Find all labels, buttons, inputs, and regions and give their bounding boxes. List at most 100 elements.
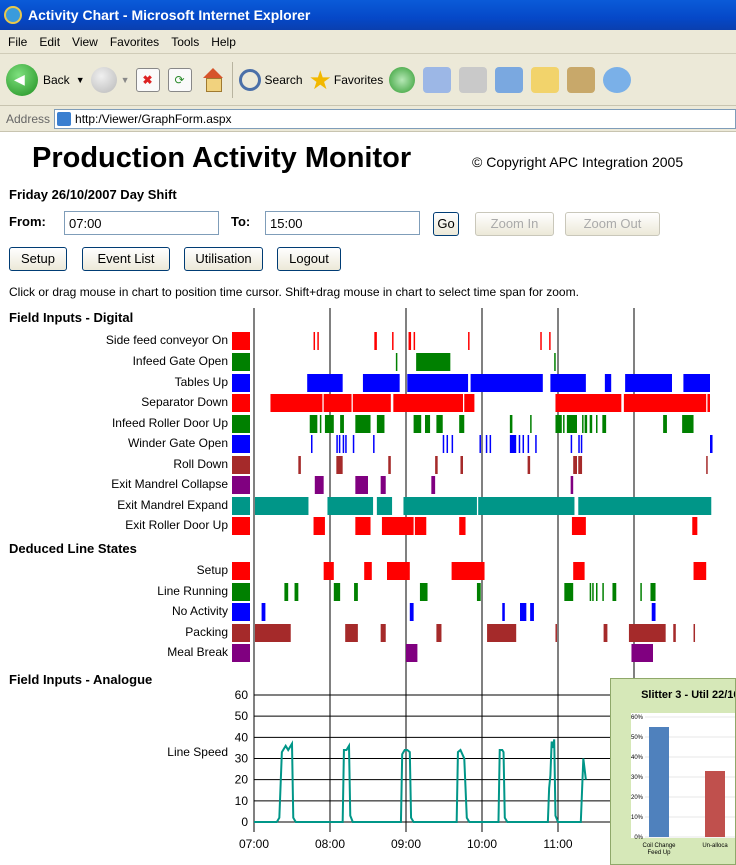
- activity-segment: [535, 435, 537, 453]
- activity-segment: [566, 415, 577, 433]
- address-field[interactable]: http:/Viewer/GraphForm.aspx: [54, 108, 736, 129]
- row-color-marker: [232, 394, 250, 412]
- favorites-button[interactable]: ★ Favorites: [309, 67, 384, 93]
- activity-segment: [476, 583, 481, 601]
- back-button[interactable]: Back ▼: [6, 63, 85, 96]
- print-icon[interactable]: [459, 66, 488, 93]
- activity-segment: [578, 497, 712, 515]
- activity-segment: [663, 415, 667, 433]
- row-color-marker: [232, 624, 250, 642]
- activity-segment: [550, 374, 586, 392]
- research-icon[interactable]: [567, 66, 596, 93]
- activity-segment: [459, 415, 465, 433]
- row-color-marker: [232, 415, 250, 433]
- activity-segment: [314, 476, 324, 494]
- activity-segment: [336, 435, 338, 453]
- stop-icon[interactable]: ✖: [135, 67, 160, 92]
- activity-segment: [579, 456, 583, 474]
- activity-segment: [323, 394, 352, 412]
- activity-segment: [693, 624, 696, 642]
- search-icon: [238, 68, 261, 91]
- activity-segment: [460, 456, 463, 474]
- activity-segment: [407, 374, 469, 392]
- activity-segment: [650, 583, 656, 601]
- inset-tick-label: 20%: [631, 795, 644, 801]
- activity-segment: [406, 644, 418, 662]
- activity-segment: [570, 435, 573, 453]
- activity-segment: [628, 624, 666, 642]
- row-color-marker: [232, 583, 250, 601]
- activity-segment: [451, 435, 454, 453]
- activity-segment: [413, 332, 416, 350]
- menu-help[interactable]: Help: [211, 35, 236, 49]
- search-button[interactable]: Search: [238, 68, 303, 91]
- row-color-marker: [232, 353, 250, 371]
- activity-segment: [373, 435, 375, 453]
- row-color-marker: [232, 562, 250, 580]
- activity-segment: [682, 415, 694, 433]
- activity-segment: [570, 476, 574, 494]
- activity-segment: [416, 353, 451, 371]
- address-label: Address: [6, 111, 51, 126]
- activity-segment: [520, 603, 527, 621]
- page-content: Production Activity Monitor © Copyright …: [0, 132, 736, 865]
- activity-segment: [578, 435, 580, 453]
- menu-file[interactable]: File: [8, 35, 27, 49]
- history-icon[interactable]: [389, 66, 416, 93]
- activity-segment: [540, 332, 542, 350]
- home-icon[interactable]: [200, 67, 226, 92]
- activity-segment: [345, 435, 347, 453]
- menu-view[interactable]: View: [72, 35, 98, 49]
- address-bar: Address http:/Viewer/GraphForm.aspx: [0, 106, 736, 132]
- activity-segment: [459, 517, 466, 535]
- activity-segment: [319, 415, 322, 433]
- messenger-icon[interactable]: [603, 66, 632, 93]
- menu-edit[interactable]: Edit: [39, 35, 60, 49]
- activity-segment: [604, 374, 612, 392]
- refresh-icon[interactable]: ⟳: [167, 67, 192, 92]
- edit-icon[interactable]: [495, 66, 524, 93]
- activity-segment: [323, 562, 334, 580]
- activity-segment: [612, 583, 617, 601]
- activity-segment: [414, 517, 427, 535]
- activity-segment: [284, 583, 289, 601]
- back-arrow-icon: [6, 63, 38, 96]
- back-label: Back: [43, 72, 70, 87]
- activity-segment: [596, 583, 598, 601]
- activity-segment: [555, 415, 562, 433]
- inset-chart-plot: 60% 50% 40% 30% 20% 10% 0% Coil ChangeFeed Up Un…: [631, 713, 735, 856]
- inset-bar: [649, 727, 669, 837]
- activity-segment: [311, 435, 313, 453]
- inset-tick-label: 50%: [631, 735, 644, 741]
- activity-segment: [352, 394, 391, 412]
- activity-segment: [355, 476, 368, 494]
- ie-logo-icon: [4, 6, 22, 24]
- discuss-icon[interactable]: [531, 66, 560, 93]
- menu-tools[interactable]: Tools: [171, 35, 199, 49]
- activity-segment: [509, 415, 513, 433]
- chevron-down-icon: ▼: [120, 74, 130, 85]
- activity-segment: [573, 562, 585, 580]
- activity-segment: [464, 394, 475, 412]
- activity-segment: [571, 517, 586, 535]
- activity-segment: [313, 517, 325, 535]
- activity-segment: [592, 583, 594, 601]
- activity-segment: [431, 476, 436, 494]
- activity-segment: [380, 624, 386, 642]
- activity-segment: [527, 456, 531, 474]
- activity-segment: [419, 583, 428, 601]
- speed-tick-label: 30: [235, 752, 249, 766]
- activity-segment: [589, 583, 592, 601]
- activity-segment: [502, 603, 505, 621]
- forward-button[interactable]: ▼: [90, 66, 130, 93]
- window-title: Activity Chart - Microsoft Internet Expl…: [28, 7, 311, 23]
- time-tick-label: 09:00: [391, 837, 421, 851]
- activity-segment: [380, 476, 386, 494]
- forward-arrow-icon: [90, 66, 117, 93]
- menu-favorites[interactable]: Favorites: [110, 35, 159, 49]
- activity-segment: [602, 415, 607, 433]
- speed-tick-label: 20: [235, 773, 249, 787]
- mail-icon[interactable]: [423, 66, 452, 93]
- inset-tick-label: 0%: [634, 835, 643, 841]
- chevron-down-icon: ▼: [75, 74, 85, 85]
